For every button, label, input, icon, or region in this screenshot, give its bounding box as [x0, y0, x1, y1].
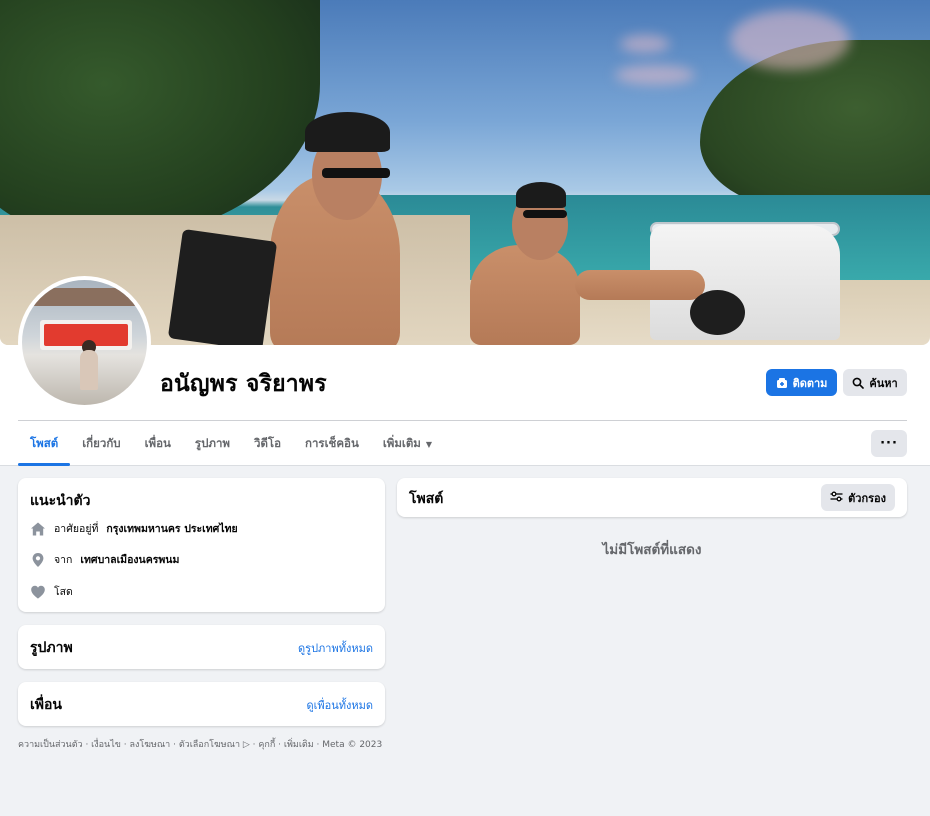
caret-down-icon: ▼: [425, 439, 433, 449]
profile-header: อนัญพร จริยาพร ติดตาม ค้นหา โพสต์ เกี่ยว…: [0, 0, 930, 466]
tab-photos[interactable]: รูปภาพ: [183, 422, 242, 466]
friends-card: เพื่อน ดูเพื่อนทั้งหมด: [18, 682, 385, 726]
intro-from: จาก เทศบาลเมืองนครพนม: [30, 551, 179, 568]
footer-links[interactable]: ความเป็นส่วนตัว · เงื่อนไข · ลงโฆษณา · ต…: [18, 737, 382, 751]
no-posts-message: ไม่มีโพสต์ที่แสดง: [602, 542, 702, 558]
intro-title: แนะนำตัว: [30, 493, 91, 509]
header-divider: [18, 420, 907, 421]
search-icon: [852, 377, 865, 389]
friends-title: เพื่อน: [30, 697, 62, 713]
intro-lives-value[interactable]: กรุงเทพมหานคร ประเทศไทย: [106, 520, 237, 537]
tab-more[interactable]: เพิ่มเติม ▼: [371, 422, 444, 466]
follow-label: ติดตาม: [792, 376, 828, 390]
filter-button[interactable]: ตัวกรอง: [821, 484, 895, 511]
more-options-button[interactable]: ···: [871, 430, 907, 457]
tab-friends[interactable]: เพื่อน: [133, 422, 183, 466]
search-label: ค้นหา: [869, 376, 898, 390]
search-button[interactable]: ค้นหา: [843, 369, 907, 396]
see-all-photos-link[interactable]: ดูรูปภาพทั้งหมด: [298, 639, 373, 657]
see-all-friends-link[interactable]: ดูเพื่อนทั้งหมด: [306, 696, 373, 714]
profile-avatar[interactable]: [18, 276, 151, 409]
tab-about[interactable]: เกี่ยวกับ: [70, 422, 132, 466]
follow-button[interactable]: ติดตาม: [766, 369, 837, 396]
tab-videos[interactable]: วิดีโอ: [242, 422, 293, 466]
intro-lives: อาศัยอยู่ที่ กรุงเทพมหานคร ประเทศไทย: [30, 520, 238, 537]
filter-icon: [830, 491, 843, 505]
intro-relationship: โสด: [30, 583, 73, 600]
photos-title: รูปภาพ: [30, 640, 73, 656]
posts-title: โพสต์: [409, 491, 444, 507]
profile-name: อนัญพร จริยาพร: [160, 371, 327, 397]
home-icon: [30, 521, 46, 537]
photos-card: รูปภาพ ดูรูปภาพทั้งหมด: [18, 625, 385, 669]
follow-icon: [776, 377, 788, 389]
intro-card: แนะนำตัว อาศัยอยู่ที่ กรุงเทพมหานคร ประเ…: [18, 478, 385, 612]
intro-from-value[interactable]: เทศบาลเมืองนครพนม: [80, 551, 179, 568]
tab-checkins[interactable]: การเช็คอิน: [293, 422, 371, 466]
tab-posts[interactable]: โพสต์: [18, 422, 71, 466]
heart-icon: [30, 584, 46, 600]
location-icon: [30, 552, 46, 568]
posts-card: โพสต์ ตัวกรอง: [397, 478, 907, 517]
profile-tabs: โพสต์ เกี่ยวกับ เพื่อน รูปภาพ วิดีโอ การ…: [18, 422, 444, 466]
